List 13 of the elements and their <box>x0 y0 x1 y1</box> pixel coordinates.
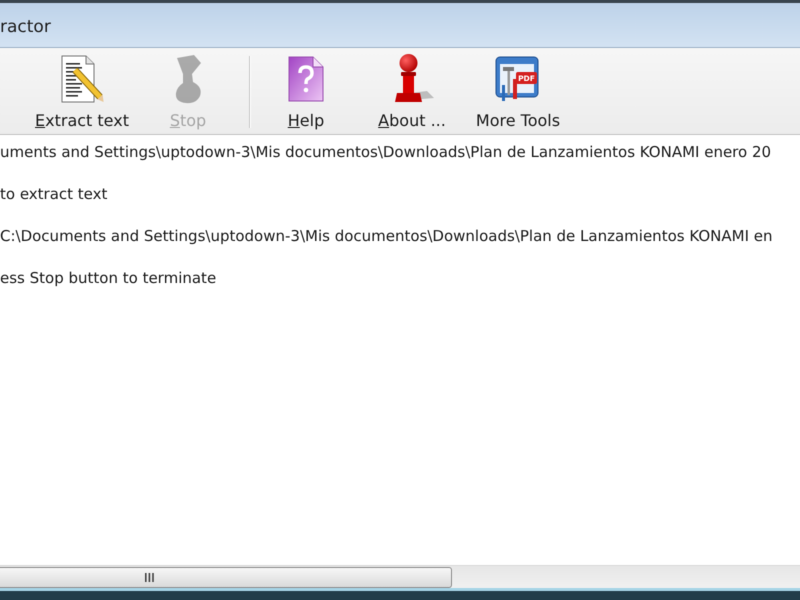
window-title: ractor <box>0 16 51 36</box>
about-button[interactable]: About ... <box>359 48 465 134</box>
help-button[interactable]: Help <box>253 48 359 134</box>
grip-icon <box>145 572 154 582</box>
scrollbar-thumb[interactable] <box>0 566 452 588</box>
horizontal-scrollbar[interactable] <box>0 565 800 588</box>
log-line: ess Stop button to terminate <box>0 268 218 288</box>
log-line: C:\Documents and Settings\uptodown-3\Mis documentos\Downloads\Plan de Lanzamientos KONAMI en <box>0 226 774 246</box>
help-icon <box>288 56 324 102</box>
extract-text-button[interactable]: Extract text <box>29 48 135 134</box>
log-line: uments and Settings\uptodown-3\Mis documentos\Downloads\Plan de Lanzamientos KONAMI enero 20 <box>0 142 772 162</box>
document-pencil-icon <box>60 55 104 103</box>
log-line: to extract text <box>0 184 108 204</box>
